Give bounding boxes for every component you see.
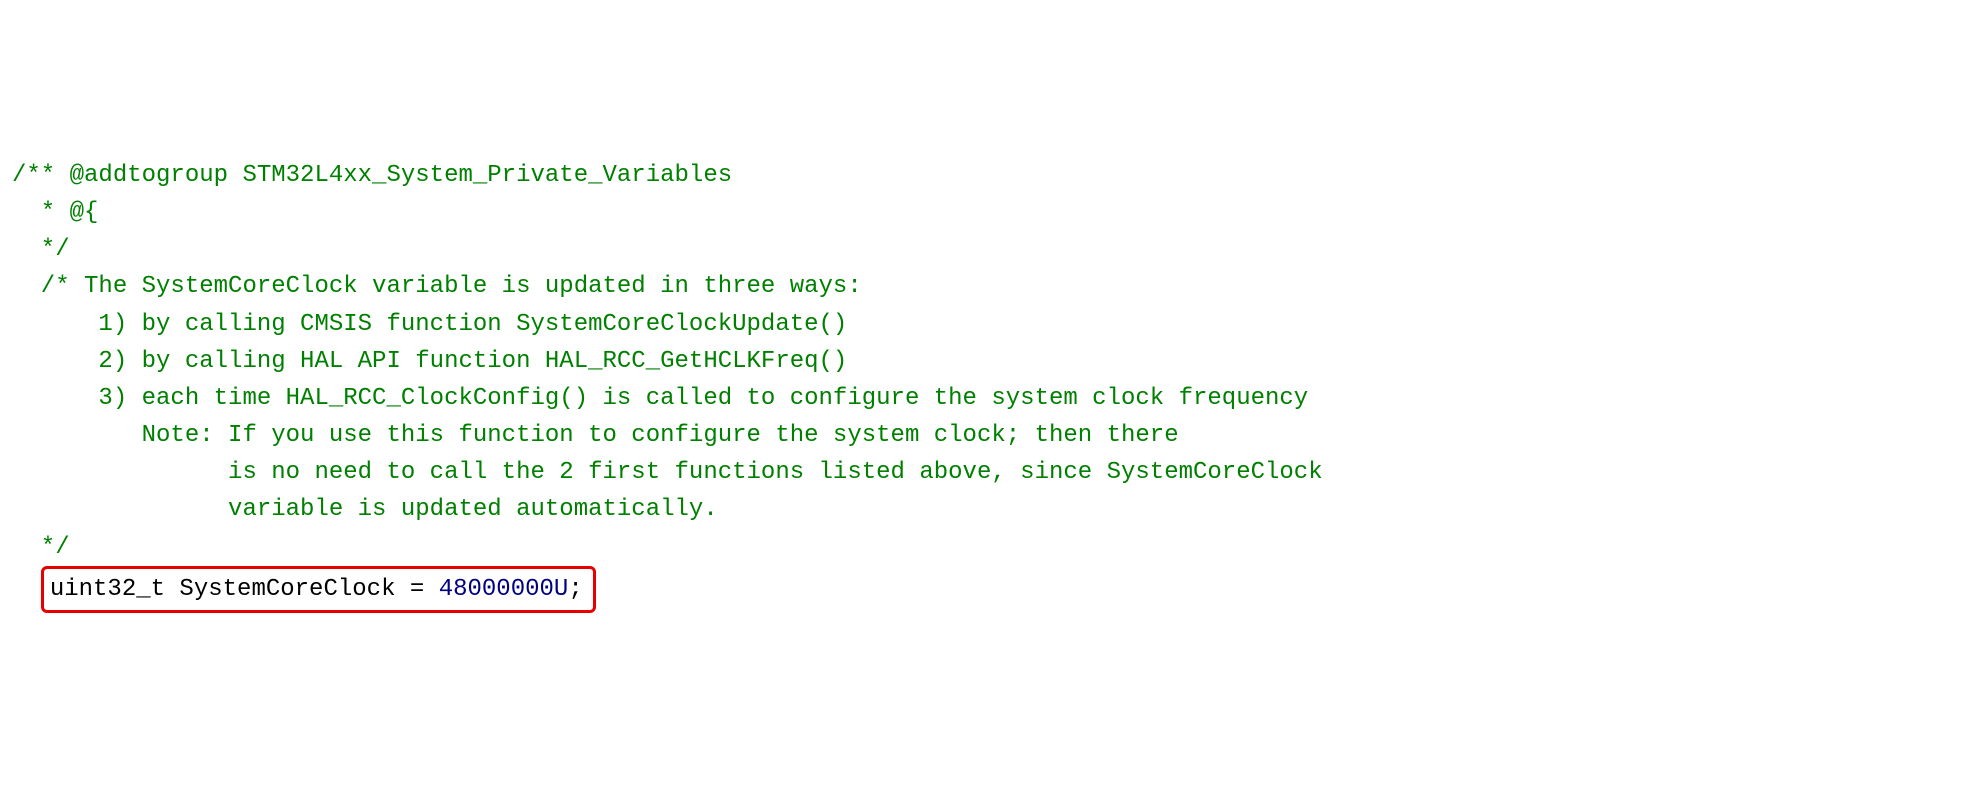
- decl-equals: =: [410, 576, 439, 603]
- comment-line-1: /** @addtogroup STM32L4xx_System_Private…: [12, 162, 732, 189]
- decl-name: SystemCoreClock: [165, 576, 410, 603]
- comment-line-6: 2) by calling HAL API function HAL_RCC_G…: [12, 348, 847, 375]
- decl-indent: [12, 576, 41, 603]
- comment-line-4: /* The SystemCoreClock variable is updat…: [12, 273, 862, 300]
- comment-line-10: variable is updated automatically.: [12, 496, 718, 523]
- highlighted-declaration: uint32_t SystemCoreClock = 48000000U;: [41, 566, 596, 613]
- comment-line-5: 1) by calling CMSIS function SystemCoreC…: [12, 311, 847, 338]
- decl-semicolon: ;: [568, 576, 582, 603]
- decl-type: uint32_t: [50, 576, 165, 603]
- decl-value: 48000000U: [439, 576, 569, 603]
- comment-line-9: is no need to call the 2 first functions…: [12, 459, 1323, 486]
- comment-line-2: * @{: [12, 199, 98, 226]
- comment-line-8: Note: If you use this function to config…: [12, 422, 1179, 449]
- comment-line-3: */: [12, 236, 70, 263]
- comment-line-7: 3) each time HAL_RCC_ClockConfig() is ca…: [12, 385, 1308, 412]
- code-block: /** @addtogroup STM32L4xx_System_Private…: [12, 157, 1973, 613]
- comment-line-11: */: [12, 534, 70, 561]
